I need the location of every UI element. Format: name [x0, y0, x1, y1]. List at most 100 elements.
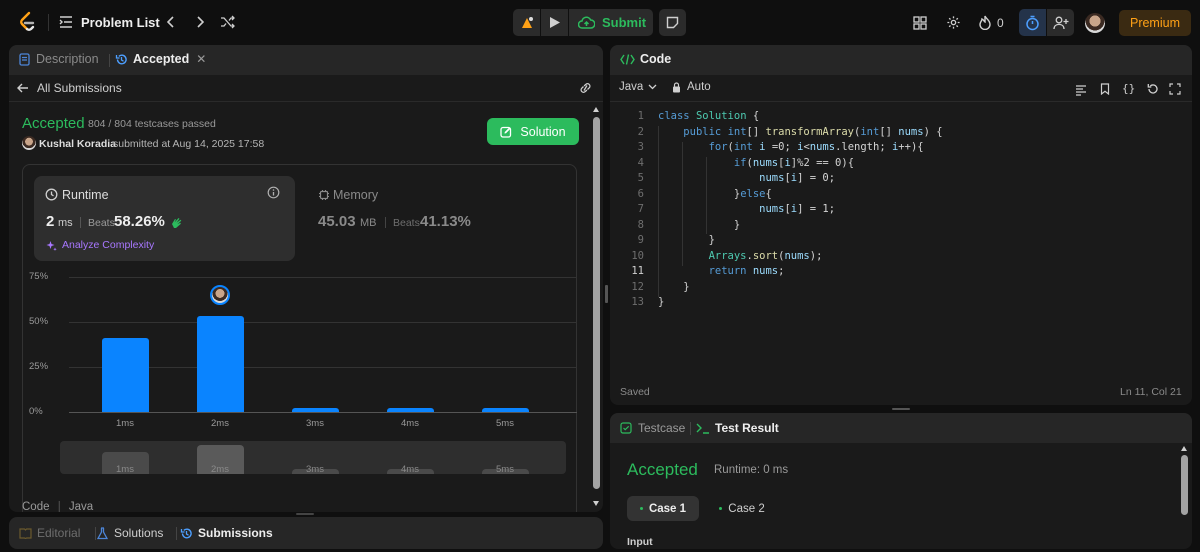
next-problem-icon[interactable] — [192, 13, 208, 31]
shuffle-icon[interactable] — [219, 13, 237, 31]
case-1-button[interactable]: Case 1 — [627, 496, 699, 521]
code-line[interactable]: 13} — [610, 295, 1192, 311]
code-line[interactable]: 4 if(nums[i]%2 == 0){ — [610, 156, 1192, 172]
submit-label: Submit — [602, 15, 647, 30]
reset-icon[interactable] — [1147, 82, 1159, 100]
code-brackets-icon — [620, 53, 635, 65]
tab-editorial[interactable]: Editorial — [19, 526, 80, 540]
cloud-upload-icon — [578, 16, 595, 29]
scroll-down-icon[interactable] — [593, 501, 599, 506]
chart-bar[interactable] — [292, 408, 339, 412]
code-line[interactable]: 10 Arrays.sort(nums); — [610, 249, 1192, 265]
braces-icon[interactable]: {} — [1122, 82, 1135, 95]
history-icon — [180, 527, 192, 538]
tab-divider — [690, 422, 691, 435]
book-icon — [19, 528, 32, 539]
code-tab-label: Code — [640, 52, 672, 66]
problem-list-icon[interactable] — [58, 14, 74, 30]
add-user-button[interactable] — [1047, 9, 1074, 36]
format-icon[interactable] — [1075, 83, 1087, 101]
notes-button[interactable] — [659, 9, 686, 36]
code-line[interactable]: 5 nums[i] = 0; — [610, 171, 1192, 187]
timer-button[interactable] — [1019, 9, 1046, 36]
line-number: 7 — [637, 203, 644, 215]
code-editor[interactable]: 1 class Solution {2 public int[] transfor… — [610, 109, 1192, 319]
chart-bar[interactable] — [482, 408, 529, 412]
code-lang-row: Code | Java — [22, 501, 93, 512]
auto-mode-toggle[interactable]: Auto — [672, 81, 711, 93]
code-line[interactable]: 6 }else{ — [610, 187, 1192, 203]
tab-divider — [176, 527, 177, 540]
chart-bar[interactable] — [197, 315, 244, 412]
chart-overview-label: 3ms — [306, 464, 324, 475]
line-number: 2 — [637, 125, 644, 138]
premium-button[interactable]: Premium — [1119, 10, 1191, 36]
scroll-up-icon[interactable] — [593, 107, 599, 112]
horizontal-resize-handle-left[interactable] — [296, 513, 314, 515]
chart-bar[interactable] — [387, 408, 434, 412]
chart-x-tick-label: 2ms — [211, 418, 229, 429]
indent-guide — [706, 157, 707, 234]
code-line[interactable]: 9 } — [610, 233, 1192, 249]
chart-overview-label: 2ms — [211, 464, 229, 475]
horizontal-resize-handle-right[interactable] — [892, 408, 910, 410]
code-line[interactable]: 8 } — [610, 218, 1192, 234]
chart-bar[interactable] — [102, 338, 149, 412]
leetcode-logo-icon[interactable] — [16, 11, 38, 33]
chart-y-tick-label: 75% — [29, 271, 49, 282]
case-2-button[interactable]: Case 2 — [710, 496, 774, 521]
line-number: 4 — [637, 156, 644, 169]
cursor-position: Ln 11, Col 21 — [1120, 386, 1182, 398]
line-number: 13 — [631, 296, 644, 308]
prev-problem-icon[interactable] — [163, 13, 179, 31]
problem-list-link[interactable]: Problem List — [81, 15, 160, 30]
code-text: for(int i =0; i<nums.length; i++){ — [708, 141, 924, 153]
runtime-distribution-chart: 75% 50% 25% 0% 1ms 2ms 3ms 4ms 5ms 1ms 2ms 3ms 4ms 5m… — [9, 45, 603, 512]
code-line[interactable]: 3 for(int i =0; i<nums.length; i++){ — [610, 140, 1192, 156]
divider — [48, 14, 49, 31]
code-tab[interactable]: Code — [620, 52, 671, 66]
fullscreen-icon[interactable] — [1169, 82, 1181, 100]
result-scrollbar[interactable] — [1180, 446, 1189, 549]
settings-gear-icon[interactable] — [945, 14, 962, 31]
avatar[interactable] — [1085, 13, 1105, 33]
result-status: Accepted — [627, 460, 698, 479]
language-select[interactable]: Java — [619, 81, 657, 93]
result-tab-bar: Testcase Test Result — [610, 413, 1192, 443]
debug-button[interactable] — [513, 9, 540, 36]
layout-icon[interactable] — [911, 14, 928, 31]
code-line[interactable]: 2 public int[] transformArray(int[] nums… — [610, 125, 1192, 141]
language-label: Java — [619, 81, 644, 93]
scroll-up-icon[interactable] — [1181, 446, 1187, 451]
code-line[interactable]: 11 return nums; — [610, 264, 1192, 280]
code-text: public int[] transformArray(int[] nums) … — [683, 125, 943, 138]
add-user-icon — [1052, 16, 1068, 29]
chart-x-tick-label: 3ms — [306, 418, 324, 429]
streak-fire-icon[interactable] — [977, 14, 993, 31]
bookmark-icon[interactable] — [1100, 82, 1110, 100]
indent-guide — [658, 126, 659, 297]
scrollbar-thumb[interactable] — [593, 117, 600, 489]
submit-button[interactable]: Submit — [569, 9, 653, 36]
result-runtime: Runtime: 0 ms — [714, 464, 789, 476]
code-line[interactable]: 1 class Solution { — [610, 109, 1192, 125]
saved-status: Saved — [620, 386, 650, 398]
terminal-icon — [696, 423, 709, 434]
chevron-down-icon — [648, 84, 657, 90]
chart-y-tick-label: 50% — [29, 316, 49, 327]
code-line[interactable]: 12 } — [610, 280, 1192, 296]
chart-gridline — [69, 277, 577, 278]
vertical-resize-handle[interactable] — [605, 285, 608, 303]
tab-submissions[interactable]: Submissions — [180, 526, 273, 540]
code-text: } — [658, 296, 665, 308]
scrollbar-track[interactable] — [592, 107, 601, 509]
scrollbar-thumb[interactable] — [1181, 455, 1188, 515]
run-button[interactable] — [541, 9, 568, 36]
tab-test-result[interactable]: Test Result — [696, 421, 779, 435]
tab-solutions[interactable]: Solutions — [97, 526, 163, 540]
stopwatch-icon — [1026, 15, 1039, 30]
tab-testcase[interactable]: Testcase — [620, 421, 685, 435]
input-label: Input — [627, 536, 653, 548]
code-line[interactable]: 7 nums[i] = 1; — [610, 202, 1192, 218]
code-text: } — [658, 234, 715, 246]
